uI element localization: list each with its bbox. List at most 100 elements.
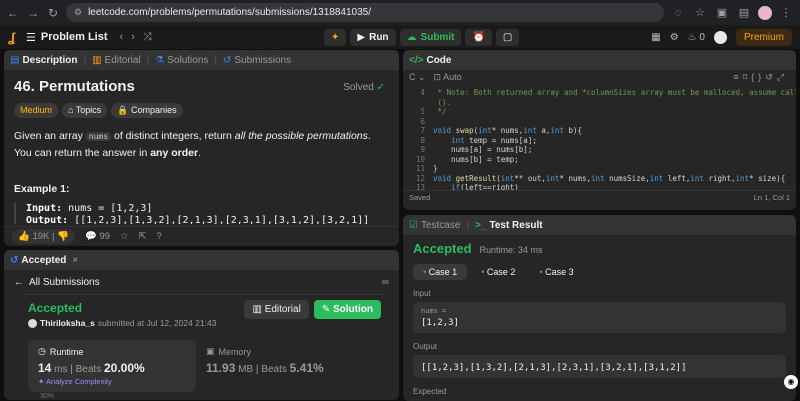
menu-kebab-icon[interactable]: ⋮ bbox=[778, 6, 794, 19]
sparkle-icon: ✦ bbox=[38, 377, 45, 386]
analyze-complexity-link[interactable]: ✦ Analyze Complexity bbox=[38, 377, 186, 386]
back-arrow-icon[interactable]: ← bbox=[6, 6, 20, 20]
runtime-card[interactable]: ◷ Runtime 14 ms | Beats 20.00% ✦ Analyze … bbox=[28, 340, 196, 392]
history-icon: ↺ bbox=[10, 254, 19, 266]
chevron-down-icon: ⌄ bbox=[418, 71, 426, 82]
tab-editorial[interactable]: ▥ Editorial bbox=[92, 55, 141, 66]
editor-status-bar: Saved Ln 1, Col 1 bbox=[403, 190, 796, 204]
url-text: leetcode.com/problems/permutations/submi… bbox=[88, 7, 372, 18]
reload-icon[interactable]: ↻ bbox=[46, 6, 60, 20]
premium-button[interactable]: Premium bbox=[735, 28, 792, 46]
favorite-star-icon[interactable]: ☆ bbox=[120, 231, 129, 242]
link-icon[interactable]: ∞ bbox=[382, 277, 389, 288]
debug-button[interactable]: ✦ bbox=[324, 28, 347, 46]
history-icon: ↺ bbox=[223, 54, 232, 66]
accepted-body: ← All Submissions ∞ Accepted Thiriloksha… bbox=[4, 270, 399, 400]
site-info-icon[interactable]: ⚙ bbox=[74, 7, 82, 18]
share-icon[interactable]: ⇱ bbox=[139, 231, 147, 242]
test-tabbar: ☑ Testcase | >_ Test Result bbox=[403, 215, 796, 235]
tab-accepted[interactable]: ↺ Accepted bbox=[10, 255, 66, 266]
code-panel: </> Code C ⌄ ⊡ Auto ≡⌑{}↺⤢ 4 * Note: Both… bbox=[403, 50, 796, 210]
line-number: 6 bbox=[420, 116, 425, 126]
note-icon: ▢ bbox=[502, 31, 513, 43]
comments-button[interactable]: 💬 99 bbox=[85, 231, 110, 242]
star-icon[interactable]: ☆ bbox=[692, 6, 708, 19]
test-panel: ☑ Testcase | >_ Test Result Accepted Runti… bbox=[403, 215, 796, 401]
tab-divider: | bbox=[83, 54, 87, 66]
all-submissions-link[interactable]: ← All Submissions ∞ bbox=[14, 274, 389, 290]
settings-gear-icon[interactable]: ⚙ bbox=[670, 32, 679, 43]
solution-button[interactable]: ✎ Solution bbox=[313, 300, 381, 319]
input-label: Input bbox=[413, 289, 431, 298]
line-number: 5 bbox=[420, 107, 425, 116]
input-box: nums = [1,2,3] bbox=[413, 302, 786, 333]
example-block: Input: nums = [1,2,3] Output: [[1,2,3],[… bbox=[14, 203, 389, 224]
address-bar[interactable]: ⚙ leetcode.com/problems/permutations/sub… bbox=[66, 3, 664, 22]
case-tab-1[interactable]: • Case 1 bbox=[413, 264, 468, 280]
run-button[interactable]: ▶ Run bbox=[350, 28, 396, 46]
profile-avatar[interactable] bbox=[758, 5, 772, 20]
distribution-axis-label: 30% bbox=[40, 393, 55, 400]
submission-detail: Accepted Thiriloksha_s submitted at Jul … bbox=[20, 294, 387, 400]
tab-submissions[interactable]: ↺ Submissions bbox=[223, 55, 291, 66]
tab-test-result[interactable]: >_ Test Result bbox=[475, 220, 543, 231]
username[interactable]: Thiriloksha_s bbox=[40, 318, 95, 328]
tab-testcase[interactable]: ☑ Testcase bbox=[409, 220, 460, 231]
status-dot: • bbox=[481, 267, 485, 277]
close-icon[interactable]: × bbox=[72, 255, 78, 266]
streak-counter[interactable]: ♨ 0 bbox=[688, 32, 705, 43]
user-avatar[interactable] bbox=[713, 30, 727, 44]
alarm-button[interactable]: ⏰ bbox=[465, 28, 492, 46]
tab-description[interactable]: ▤ Description bbox=[10, 55, 77, 66]
navbar-right: ▦ ⚙ ♨ 0 Premium bbox=[651, 28, 792, 46]
extensions-icon[interactable]: ▣ bbox=[714, 6, 730, 19]
expected-label: Expected bbox=[413, 387, 447, 396]
topics-button[interactable]: ⌂ Topics bbox=[62, 103, 108, 118]
browser-toolbar: ← → ↻ ⚙ leetcode.com/problems/permutatio… bbox=[0, 0, 800, 25]
problem-title: 46. Permutations bbox=[14, 78, 135, 95]
eye-off-icon[interactable]: ◌ bbox=[670, 7, 686, 19]
memory-card[interactable]: ▣ Memory 11.93 MB | Beats 5.41% bbox=[196, 340, 364, 392]
status-dot: • bbox=[423, 267, 427, 277]
thumbs-up-icon: 👍 bbox=[18, 231, 30, 242]
editor-tools[interactable]: ≡⌑{}↺⤢ bbox=[733, 72, 788, 83]
code-editor[interactable]: 4 * Note: Both returned array and *colum… bbox=[403, 84, 796, 190]
submission-actions: ▥ Editorial ✎ Solution bbox=[244, 300, 381, 319]
result-status: Accepted bbox=[413, 241, 472, 256]
line-number: 8 bbox=[420, 135, 425, 145]
help-icon[interactable]: ? bbox=[157, 231, 162, 242]
leetcode-navbar: ʆ ☰ Problem List ‹›⤨ ✦ ▶ Run ☁ Submit ⏰ ▢ … bbox=[0, 25, 800, 49]
case-tab-2[interactable]: • Case 2 bbox=[471, 264, 525, 280]
submit-button[interactable]: ☁ Submit bbox=[399, 28, 462, 46]
cloud-upload-icon: ☁ bbox=[406, 31, 417, 43]
problem-list-button[interactable]: ☰ Problem List bbox=[26, 31, 108, 44]
leetcode-logo-icon[interactable]: ʆ bbox=[8, 30, 26, 45]
note-button[interactable]: ▢ bbox=[495, 28, 520, 46]
output-box: [[1,2,3],[1,3,2],[2,1,3],[2,3,1],[3,2,1]… bbox=[413, 355, 786, 378]
status-dot: • bbox=[539, 267, 543, 277]
auto-toggle[interactable]: ⊡ Auto bbox=[434, 72, 462, 83]
tab-divider: | bbox=[466, 219, 470, 231]
code-line: */ bbox=[433, 107, 447, 116]
tab-solutions[interactable]: ⚗ Solutions bbox=[155, 55, 208, 66]
editorial-button[interactable]: ▥ Editorial bbox=[244, 300, 309, 319]
run-submit-group: ✦ ▶ Run ☁ Submit ⏰ ▢ bbox=[324, 28, 520, 46]
output-label: Output bbox=[413, 342, 438, 351]
sidebar-icon[interactable]: ▤ bbox=[736, 6, 752, 19]
checkbox-icon: ☑ bbox=[409, 219, 418, 231]
problem-nav-arrows[interactable]: ‹›⤨ bbox=[120, 31, 160, 44]
code-line: } bbox=[433, 164, 438, 173]
like-button[interactable]: 👍 19K | 👎 bbox=[12, 229, 75, 244]
code-toolbar: C ⌄ ⊡ Auto ≡⌑{}↺⤢ bbox=[403, 70, 796, 84]
lock-icon: ⊡ bbox=[433, 71, 442, 82]
avatar bbox=[28, 318, 37, 328]
tab-code[interactable]: </> Code bbox=[409, 55, 451, 66]
case-tab-3[interactable]: • Case 3 bbox=[529, 264, 583, 280]
forward-arrow-icon[interactable]: → bbox=[26, 6, 40, 20]
companies-button[interactable]: 🔒 Companies bbox=[111, 103, 183, 118]
description-body: 46. Permutations Solved ✓ Medium ⌂ Topic… bbox=[4, 70, 399, 224]
language-select[interactable]: C ⌄ bbox=[409, 72, 426, 83]
comment-icon: 💬 bbox=[84, 231, 97, 242]
layout-grid-icon[interactable]: ▦ bbox=[651, 32, 660, 43]
camera-icon[interactable]: ◉ bbox=[784, 375, 798, 389]
